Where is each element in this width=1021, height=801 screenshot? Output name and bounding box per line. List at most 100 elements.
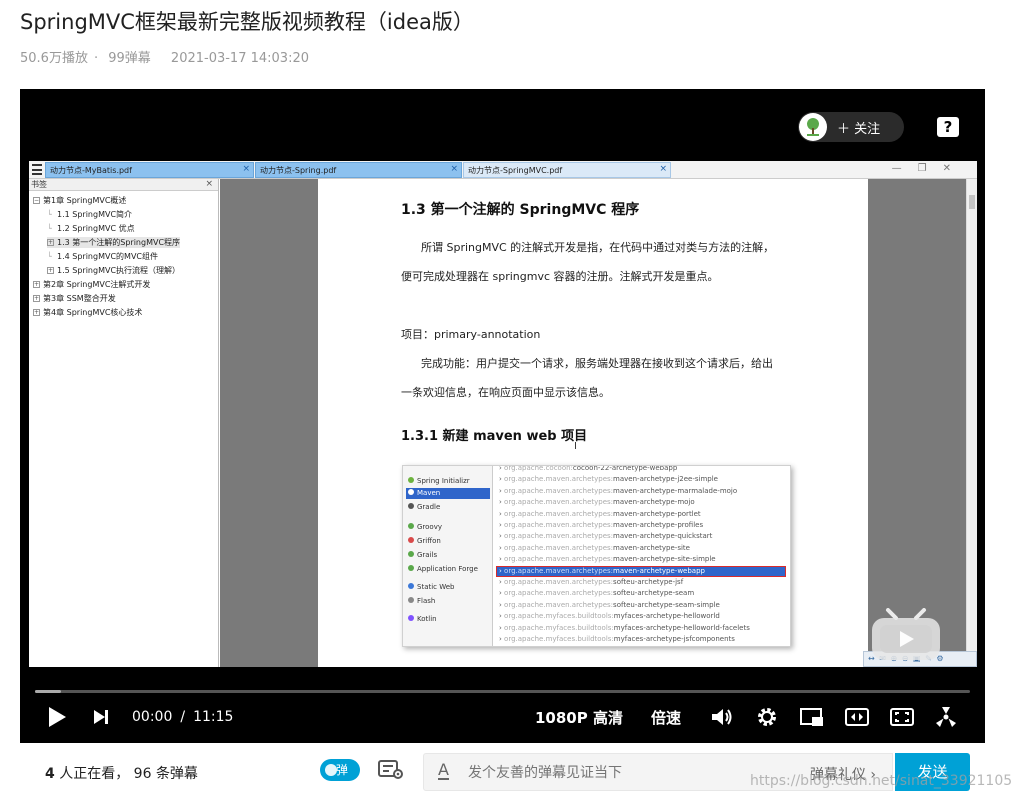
menu-icon (32, 164, 42, 175)
generator-icon (408, 583, 414, 589)
generator-item: Gradle (406, 502, 490, 513)
settings-button[interactable] (755, 704, 779, 730)
next-button[interactable] (93, 704, 111, 730)
plus-icon: ＋ (837, 121, 851, 137)
progress-bar[interactable] (35, 690, 970, 693)
danmaku-count: 99弹幕 (108, 51, 151, 66)
bookmark-item: └ 1.1 SpringMVC简介 (47, 210, 133, 219)
bookmark-item: + 第3章 SSM整合开发 (33, 294, 116, 303)
expand-icon: + (47, 267, 54, 274)
generator-icon (408, 489, 414, 495)
bookmark-item: +1.3 第一个注解的SpringMVC程序 (47, 237, 181, 248)
bookmark-item: +1.5 SpringMVC执行流程（理解） (47, 266, 181, 275)
paragraph-line: 一条欢迎信息，在响应页面中显示该信息。 (401, 386, 610, 399)
follow-label: ＋ 关注 (837, 121, 881, 137)
paragraph-line: 所谓 SpringMVC 的注解式开发是指，在代码中通过对类与方法的注解， (421, 241, 775, 254)
picture-in-picture-icon (800, 708, 823, 726)
watermark: https://blog.csdn.net/sinat_33921105 (750, 773, 1013, 789)
danmaku-input[interactable] (468, 763, 768, 783)
archetype-item: › org.apache.maven.archetypes:maven-arch… (499, 486, 738, 495)
generator-item: Application Forge (406, 564, 490, 575)
generator-item: Static Web (406, 582, 490, 593)
archetype-item: › org.apache.myfaces.buildtools:myfaces-… (499, 612, 720, 621)
generator-list: Spring Initializr Maven Gradle Groovy Griffo… (403, 466, 493, 646)
archetype-item: › org.apache.maven.archetypes:maven-arch… (499, 498, 695, 507)
page-margin-left (220, 179, 318, 667)
generator-icon (408, 565, 414, 571)
section-heading: 1.3 第一个注解的 SpringMVC 程序 (401, 202, 640, 218)
generator-item: Groovy (406, 522, 490, 533)
generator-item: Kotlin (406, 614, 490, 625)
bookmark-item: + 第2章 SpringMVC注解式开发 (33, 280, 151, 289)
mini-player-button[interactable] (800, 704, 824, 730)
archetype-item: › org.apache.maven.archetypes:softeu-arc… (499, 578, 684, 586)
text-style-icon[interactable]: A (438, 762, 449, 780)
subsection-heading: 1.3.1 新建 maven web 项目 (401, 429, 588, 444)
play-button[interactable] (47, 704, 67, 730)
next-icon (94, 710, 108, 724)
pdf-tab-active: 动力节点-SpringMVC.pdf × (463, 162, 671, 178)
publish-date: 2021-03-17 14:03:20 (170, 51, 309, 66)
close-icon: × (659, 164, 667, 174)
video-title: SpringMVC框架最新完整版视频教程（idea版） (20, 10, 474, 34)
widescreen-icon (845, 708, 869, 726)
close-icon: × (450, 164, 458, 174)
gear-icon (758, 708, 776, 726)
pdf-tab: 动力节点-MyBatis.pdf × (45, 162, 254, 178)
paragraph-line: 便可完成处理器在 springmvc 容器的注册。注解式开发是重点。 (401, 270, 719, 283)
paragraph-line: 完成功能：用户提交一个请求，服务端处理器在接收到这个请求后，给出 (421, 357, 773, 370)
bookmark-item: └ 1.4 SpringMVC的MVC组件 (47, 252, 159, 261)
generator-item: Flash (406, 596, 490, 607)
expand-icon: + (33, 281, 40, 288)
bookmark-panel-header: 书签 × (29, 179, 218, 191)
follow-button[interactable]: ＋ 关注 (798, 112, 904, 142)
web-fullscreen-icon (890, 708, 914, 726)
generator-icon (408, 551, 414, 557)
generator-icon (408, 477, 414, 483)
video-meta: 50.6万播放 · 99弹幕 2021-03-17 14:03:20 (20, 51, 309, 66)
pdf-page: 1.3 第一个注解的 SpringMVC 程序 所谓 SpringMVC 的注解… (318, 179, 868, 667)
time-display: 00:00/11:15 (132, 709, 234, 725)
vertical-scrollbar (966, 179, 977, 667)
volume-button[interactable] (710, 704, 734, 730)
uploader-avatar[interactable] (799, 113, 827, 141)
help-icon[interactable]: ? (937, 117, 959, 137)
pdf-tab-bar: 动力节点-MyBatis.pdf × 动力节点-Spring.pdf × 动力节点-… (29, 161, 977, 179)
progress-fill (35, 690, 62, 693)
danmaku-settings-button[interactable] (378, 760, 404, 780)
archetype-item: › org.apache.maven.archetypes:maven-arch… (499, 521, 704, 529)
close-icon: × (242, 164, 250, 174)
archetype-item: › org.apache.maven.archetypes:maven-arch… (499, 532, 713, 541)
danmaku-bar: 4 人正在看， 96 条弹幕 弹 A 弹幕礼仪 › 发送 (20, 743, 985, 801)
archetype-item: › org.apache.maven.archetypes:softeu-arc… (499, 600, 720, 609)
play-icon (49, 707, 66, 727)
project-line: 项目：primary-annotation (401, 328, 541, 341)
danmaku-toggle[interactable]: 弹 (320, 759, 360, 781)
expand-icon: + (47, 239, 54, 246)
close-icon: × (205, 179, 213, 189)
archetype-item: › org.apache.myfaces.buildtools:myfaces-… (499, 623, 750, 632)
widescreen-button[interactable] (845, 704, 869, 730)
archetype-item: › org.apache.maven.archetypes:softeu-arc… (499, 589, 695, 598)
generator-item: Griffon (406, 536, 490, 547)
volume-icon (712, 709, 732, 725)
generator-item: Spring Initializr (406, 476, 490, 487)
window-controls: —❐✕ (891, 163, 967, 174)
video-player[interactable]: ＋ 关注 ? 动力节点-MyBatis.pdf × 动力节点-Spring.pdf… (20, 89, 985, 743)
expand-icon: + (33, 295, 40, 302)
speed-selector[interactable]: 倍速 (651, 704, 681, 730)
generator-icon (408, 615, 414, 621)
viewer-stats: 4 人正在看， 96 条弹幕 (45, 766, 198, 782)
archetype-item: › org.apache.maven.archetypes:maven-arch… (496, 565, 786, 577)
collapse-icon: − (33, 197, 40, 204)
fullscreen-button[interactable] (934, 704, 958, 730)
bookmark-item: └ 1.2 SpringMVC 优点 (47, 224, 135, 233)
fullscreen-icon (936, 707, 956, 727)
page-margin-right (868, 179, 966, 667)
quality-selector[interactable]: 1080P 高清 (535, 704, 623, 730)
bookmark-item: − 第1章 SpringMVC概述 (33, 196, 127, 205)
generator-item: Grails (406, 550, 490, 561)
web-fullscreen-button[interactable] (890, 704, 914, 730)
text-cursor-icon: I (574, 441, 577, 452)
bookmark-item: + 第4章 SpringMVC核心技术 (33, 308, 143, 317)
